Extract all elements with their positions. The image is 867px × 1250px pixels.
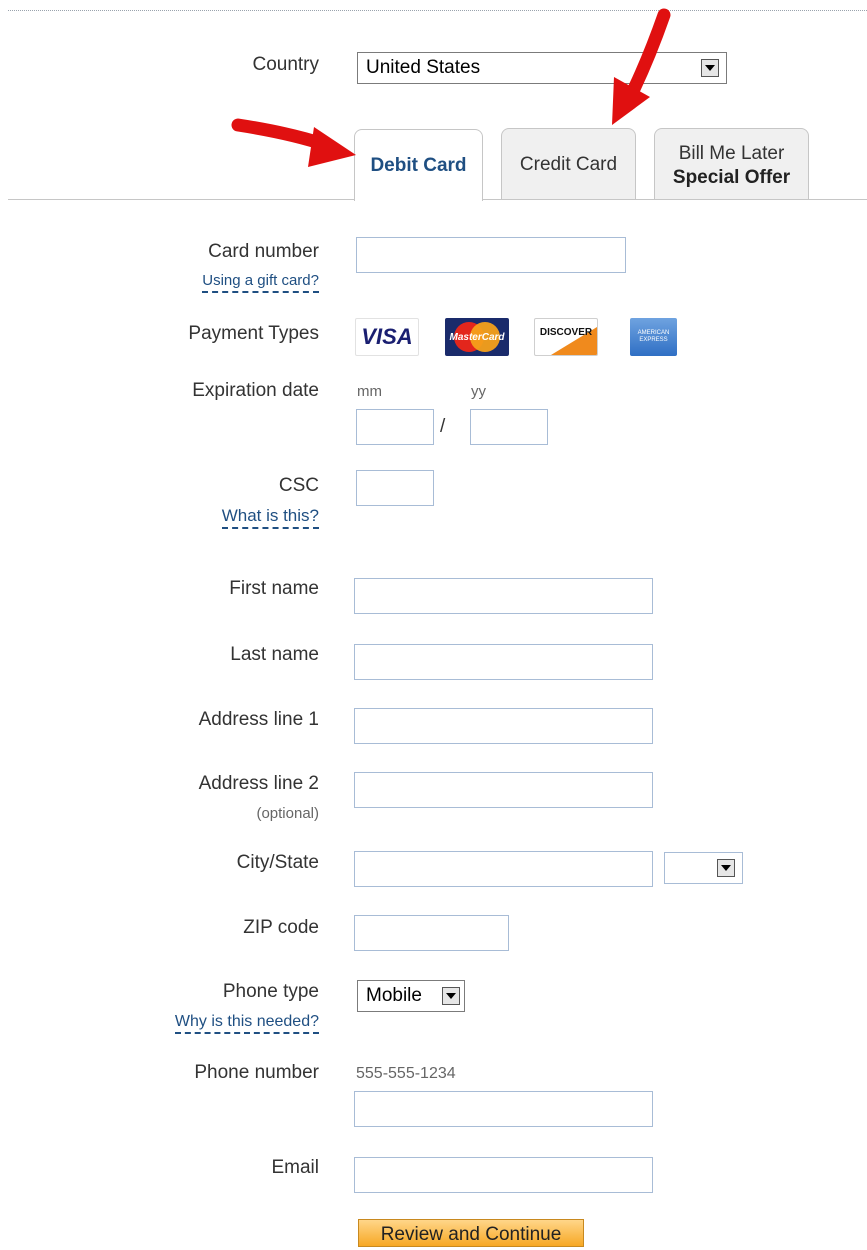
payment-types-label: Payment Types: [188, 323, 319, 344]
tab-debit-label: Debit Card: [370, 155, 467, 176]
csc-help-link[interactable]: What is this?: [221, 506, 319, 529]
tab-bml-line1: Bill Me Later: [678, 143, 785, 164]
last-name-input[interactable]: [354, 644, 653, 680]
last-name-label: Last name: [230, 644, 319, 665]
state-select[interactable]: [664, 852, 743, 884]
tab-bill-me-later[interactable]: Bill Me Later Special Offer: [654, 128, 809, 199]
city-state-label: City/State: [236, 852, 319, 873]
chevron-down-icon: [717, 859, 735, 877]
amex-icon: AMERICAN EXPRESS: [630, 318, 677, 356]
tab-bml-line2: Special Offer: [672, 167, 791, 188]
city-input[interactable]: [354, 851, 653, 887]
first-name-label: First name: [229, 578, 319, 599]
email-input[interactable]: [354, 1157, 653, 1193]
card-number-label: Card number: [208, 241, 319, 262]
expiration-year-input[interactable]: [470, 409, 548, 445]
address1-input[interactable]: [354, 708, 653, 744]
tab-debit-card[interactable]: Debit Card: [354, 129, 483, 201]
chevron-down-icon: [442, 987, 460, 1005]
first-name-input[interactable]: [354, 578, 653, 614]
csc-label: CSC: [278, 475, 319, 496]
expiration-separator: /: [440, 416, 446, 437]
top-divider: [8, 10, 867, 11]
review-and-continue-button[interactable]: Review and Continue: [358, 1219, 584, 1247]
email-label: Email: [271, 1157, 319, 1178]
zip-input[interactable]: [354, 915, 509, 951]
mastercard-icon: MasterCard: [445, 318, 509, 356]
country-selected-value: United States: [366, 57, 481, 78]
expiration-month-input[interactable]: [356, 409, 434, 445]
expiration-mm-hint: mm: [357, 383, 382, 400]
phone-help-link[interactable]: Why is this needed?: [174, 1013, 319, 1034]
arrow-to-credit-icon: [612, 8, 671, 125]
phone-type-selected-value: Mobile: [366, 985, 422, 1006]
expiration-yy-hint: yy: [471, 383, 486, 400]
gift-card-help-link[interactable]: Using a gift card?: [202, 272, 319, 293]
address1-label: Address line 1: [198, 709, 319, 730]
phone-number-label: Phone number: [194, 1062, 319, 1083]
visa-icon: VISA: [355, 318, 419, 356]
arrow-to-debit-icon: [231, 118, 356, 167]
csc-input[interactable]: [356, 470, 434, 506]
country-label: Country: [252, 54, 319, 75]
address2-input[interactable]: [354, 772, 653, 808]
tab-credit-label: Credit Card: [519, 154, 618, 175]
expiration-label: Expiration date: [192, 380, 319, 401]
tab-credit-card[interactable]: Credit Card: [501, 128, 636, 199]
phone-type-label: Phone type: [222, 981, 319, 1002]
chevron-down-icon: [701, 59, 719, 77]
phone-type-select[interactable]: Mobile: [357, 980, 465, 1012]
address2-optional-note: (optional): [256, 805, 319, 822]
phone-number-input[interactable]: [354, 1091, 653, 1127]
zip-label: ZIP code: [243, 917, 319, 938]
card-number-input[interactable]: [356, 237, 626, 273]
address2-label: Address line 2: [198, 773, 319, 794]
discover-icon: DISCOVER: [534, 318, 598, 356]
phone-number-hint: 555-555-1234: [356, 1065, 456, 1082]
